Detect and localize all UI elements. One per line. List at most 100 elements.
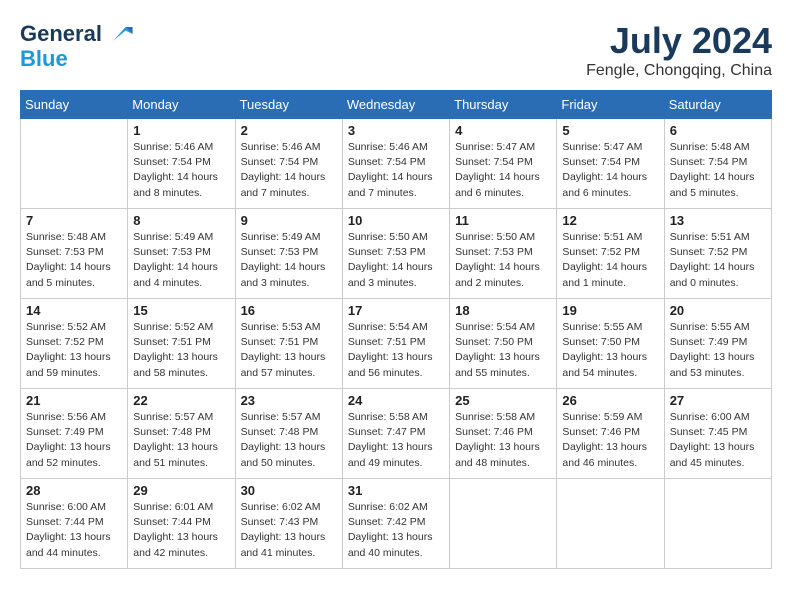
calendar-table: SundayMondayTuesdayWednesdayThursdayFrid…	[20, 90, 772, 569]
calendar-cell: 10Sunrise: 5:50 AM Sunset: 7:53 PM Dayli…	[342, 209, 449, 299]
day-detail: Sunrise: 5:54 AM Sunset: 7:51 PM Dayligh…	[348, 320, 444, 381]
day-detail: Sunrise: 5:56 AM Sunset: 7:49 PM Dayligh…	[26, 410, 122, 471]
day-number: 10	[348, 213, 444, 228]
weekday-header-sunday: Sunday	[21, 91, 128, 119]
calendar-cell	[557, 479, 664, 569]
day-number: 28	[26, 483, 122, 498]
day-number: 18	[455, 303, 551, 318]
calendar-cell: 18 Sunrise: 5:54 AM Sunset: 7:50 PM Dayli…	[450, 299, 557, 389]
calendar-cell: 15Sunrise: 5:52 AM Sunset: 7:51 PM Dayli…	[128, 299, 235, 389]
day-detail: Sunrise: 5:57 AM Sunset: 7:48 PM Dayligh…	[241, 410, 337, 471]
day-number: 4	[455, 123, 551, 138]
day-detail: Sunrise: 5:58 AM Sunset: 7:46 PM Dayligh…	[455, 410, 551, 471]
calendar-cell: 25 Sunrise: 5:58 AM Sunset: 7:46 PM Dayli…	[450, 389, 557, 479]
calendar-cell: 9 Sunrise: 5:49 AM Sunset: 7:53 PM Daylig…	[235, 209, 342, 299]
day-detail: Sunrise: 5:52 AM Sunset: 7:52 PM Dayligh…	[26, 320, 122, 381]
calendar-cell: 2Sunrise: 5:46 AM Sunset: 7:54 PM Daylig…	[235, 119, 342, 209]
day-detail: Sunrise: 5:49 AM Sunset: 7:53 PM Dayligh…	[241, 230, 337, 291]
day-number: 7	[26, 213, 122, 228]
calendar-cell: 12Sunrise: 5:51 AM Sunset: 7:52 PM Dayli…	[557, 209, 664, 299]
day-detail: Sunrise: 5:48 AM Sunset: 7:54 PM Dayligh…	[670, 140, 766, 201]
day-number: 17	[348, 303, 444, 318]
calendar-header: SundayMondayTuesdayWednesdayThursdayFrid…	[21, 91, 772, 119]
day-detail: Sunrise: 6:00 AM Sunset: 7:45 PM Dayligh…	[670, 410, 766, 471]
day-number: 2	[241, 123, 337, 138]
calendar-cell: 4Sunrise: 5:47 AM Sunset: 7:54 PM Daylig…	[450, 119, 557, 209]
day-detail: Sunrise: 5:58 AM Sunset: 7:47 PM Dayligh…	[348, 410, 444, 471]
month-year: July 2024	[586, 20, 772, 62]
day-number: 21	[26, 393, 122, 408]
calendar-week-1: 1 Sunrise: 5:46 AM Sunset: 7:54 PM Daylig…	[21, 119, 772, 209]
title-block: July 2024 Fengle, Chongqing, China	[586, 20, 772, 80]
calendar-cell: 7 Sunrise: 5:48 AM Sunset: 7:53 PM Daylig…	[21, 209, 128, 299]
day-number: 29	[133, 483, 229, 498]
calendar-week-3: 14 Sunrise: 5:52 AM Sunset: 7:52 PM Dayli…	[21, 299, 772, 389]
day-number: 22	[133, 393, 229, 408]
day-number: 3	[348, 123, 444, 138]
day-detail: Sunrise: 6:02 AM Sunset: 7:43 PM Dayligh…	[241, 500, 337, 561]
day-detail: Sunrise: 6:02 AM Sunset: 7:42 PM Dayligh…	[348, 500, 444, 561]
day-number: 13	[670, 213, 766, 228]
day-detail: Sunrise: 5:48 AM Sunset: 7:53 PM Dayligh…	[26, 230, 122, 291]
day-detail: Sunrise: 5:51 AM Sunset: 7:52 PM Dayligh…	[670, 230, 766, 291]
calendar-cell: 5 Sunrise: 5:47 AM Sunset: 7:54 PM Daylig…	[557, 119, 664, 209]
day-number: 26	[562, 393, 658, 408]
calendar-cell	[450, 479, 557, 569]
weekday-header-thursday: Thursday	[450, 91, 557, 119]
day-detail: Sunrise: 5:49 AM Sunset: 7:53 PM Dayligh…	[133, 230, 229, 291]
location: Fengle, Chongqing, China	[586, 62, 772, 80]
calendar-cell: 24 Sunrise: 5:58 AM Sunset: 7:47 PM Dayli…	[342, 389, 449, 479]
day-detail: Sunrise: 5:47 AM Sunset: 7:54 PM Dayligh…	[562, 140, 658, 201]
logo-icon	[106, 20, 134, 48]
calendar-cell: 17 Sunrise: 5:54 AM Sunset: 7:51 PM Dayli…	[342, 299, 449, 389]
logo: General Blue	[20, 20, 134, 70]
weekday-header-wednesday: Wednesday	[342, 91, 449, 119]
weekday-header-saturday: Saturday	[664, 91, 771, 119]
day-detail: Sunrise: 5:46 AM Sunset: 7:54 PM Dayligh…	[348, 140, 444, 201]
calendar-cell: 8Sunrise: 5:49 AM Sunset: 7:53 PM Daylig…	[128, 209, 235, 299]
calendar-cell: 13 Sunrise: 5:51 AM Sunset: 7:52 PM Dayli…	[664, 209, 771, 299]
calendar-cell	[664, 479, 771, 569]
page-header: General Blue July 2024 Fengle, Chongqing…	[20, 20, 772, 80]
day-number: 31	[348, 483, 444, 498]
logo-blue-text: Blue	[20, 48, 68, 70]
calendar-week-5: 28 Sunrise: 6:00 AM Sunset: 7:44 PM Dayli…	[21, 479, 772, 569]
day-number: 27	[670, 393, 766, 408]
day-detail: Sunrise: 5:55 AM Sunset: 7:50 PM Dayligh…	[562, 320, 658, 381]
calendar-cell: 19 Sunrise: 5:55 AM Sunset: 7:50 PM Dayli…	[557, 299, 664, 389]
calendar-cell: 21 Sunrise: 5:56 AM Sunset: 7:49 PM Dayli…	[21, 389, 128, 479]
weekday-header-monday: Monday	[128, 91, 235, 119]
calendar-cell: 11Sunrise: 5:50 AM Sunset: 7:53 PM Dayli…	[450, 209, 557, 299]
day-number: 11	[455, 213, 551, 228]
weekday-header-row: SundayMondayTuesdayWednesdayThursdayFrid…	[21, 91, 772, 119]
day-number: 24	[348, 393, 444, 408]
day-number: 1	[133, 123, 229, 138]
weekday-header-friday: Friday	[557, 91, 664, 119]
calendar-cell: 30Sunrise: 6:02 AM Sunset: 7:43 PM Dayli…	[235, 479, 342, 569]
day-detail: Sunrise: 6:00 AM Sunset: 7:44 PM Dayligh…	[26, 500, 122, 561]
calendar-cell: 14 Sunrise: 5:52 AM Sunset: 7:52 PM Dayli…	[21, 299, 128, 389]
day-number: 23	[241, 393, 337, 408]
day-number: 19	[562, 303, 658, 318]
day-detail: Sunrise: 5:51 AM Sunset: 7:52 PM Dayligh…	[562, 230, 658, 291]
day-number: 9	[241, 213, 337, 228]
calendar-cell: 20Sunrise: 5:55 AM Sunset: 7:49 PM Dayli…	[664, 299, 771, 389]
weekday-header-tuesday: Tuesday	[235, 91, 342, 119]
day-detail: Sunrise: 5:59 AM Sunset: 7:46 PM Dayligh…	[562, 410, 658, 471]
day-detail: Sunrise: 5:53 AM Sunset: 7:51 PM Dayligh…	[241, 320, 337, 381]
logo-text: General	[20, 23, 102, 45]
calendar-week-2: 7 Sunrise: 5:48 AM Sunset: 7:53 PM Daylig…	[21, 209, 772, 299]
day-detail: Sunrise: 6:01 AM Sunset: 7:44 PM Dayligh…	[133, 500, 229, 561]
day-number: 5	[562, 123, 658, 138]
calendar-cell: 23 Sunrise: 5:57 AM Sunset: 7:48 PM Dayli…	[235, 389, 342, 479]
day-detail: Sunrise: 5:55 AM Sunset: 7:49 PM Dayligh…	[670, 320, 766, 381]
calendar-cell: 6Sunrise: 5:48 AM Sunset: 7:54 PM Daylig…	[664, 119, 771, 209]
calendar-cell: 16 Sunrise: 5:53 AM Sunset: 7:51 PM Dayli…	[235, 299, 342, 389]
calendar-body: 1 Sunrise: 5:46 AM Sunset: 7:54 PM Daylig…	[21, 119, 772, 569]
day-number: 25	[455, 393, 551, 408]
day-number: 14	[26, 303, 122, 318]
calendar-cell: 28 Sunrise: 6:00 AM Sunset: 7:44 PM Dayli…	[21, 479, 128, 569]
day-number: 15	[133, 303, 229, 318]
day-detail: Sunrise: 5:54 AM Sunset: 7:50 PM Dayligh…	[455, 320, 551, 381]
day-number: 16	[241, 303, 337, 318]
